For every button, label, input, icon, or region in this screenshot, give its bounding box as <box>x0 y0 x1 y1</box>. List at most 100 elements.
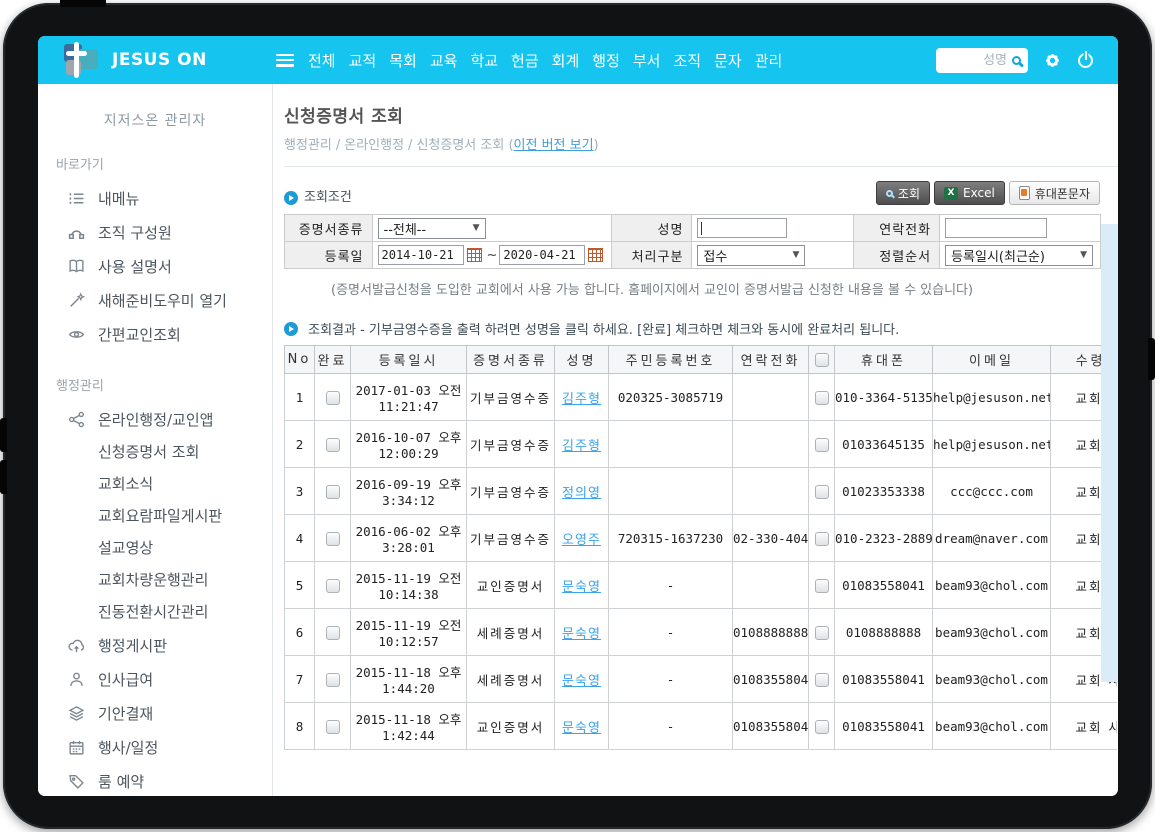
table-row: 22016-10-07 오후12:00:29기부금영수증김주형010336451… <box>285 421 1118 468</box>
sms-button[interactable]: 휴대폰문자 <box>1009 181 1100 205</box>
member-name-link[interactable]: 문숙영 <box>562 580 601 595</box>
sidebar-item[interactable]: 인사급여 <box>38 662 272 696</box>
tablet-volume-down-button <box>0 460 7 494</box>
sms-checkbox[interactable] <box>815 532 829 546</box>
search-button[interactable]: 조회 <box>876 181 930 205</box>
sidebar-subitem[interactable]: 교회요람파일게시판 <box>38 500 272 532</box>
calendar-icon[interactable] <box>467 248 482 262</box>
sidebar-subitem[interactable]: 교회차량운행관리 <box>38 564 272 596</box>
complete-checkbox[interactable] <box>326 438 340 452</box>
jumin-cell: - <box>609 656 733 703</box>
select-all-checkbox[interactable] <box>815 353 829 367</box>
search-input[interactable] <box>943 53 1007 68</box>
sort-select[interactable]: 등록일시(최근순)▼ <box>945 245 1093 266</box>
complete-checkbox[interactable] <box>326 532 340 546</box>
member-name-link[interactable]: 문숙영 <box>562 721 601 736</box>
member-name-link[interactable]: 김주형 <box>562 439 601 454</box>
name-input[interactable] <box>697 218 787 238</box>
sidebar-subitem[interactable]: 진동전환시간관리 <box>38 596 272 628</box>
sms-checkbox[interactable] <box>815 720 829 734</box>
member-search-box[interactable] <box>936 48 1028 73</box>
nav-item-9[interactable]: 부서 <box>633 50 661 71</box>
app-header: JESUS ON 전체 교적 목회 교육 학교 헌금 회계 행정 부서 조직 문자 관리 <box>38 36 1118 84</box>
sidebar-subitem[interactable]: 신청증명서 조회 <box>38 436 272 468</box>
nav-item-12[interactable]: 관리 <box>755 50 783 71</box>
complete-checkbox[interactable] <box>326 485 340 499</box>
org-members-icon <box>68 224 85 241</box>
nav-item-7[interactable]: 회계 <box>552 50 580 71</box>
action-buttons: 조회 XExcel 휴대폰문자 <box>876 181 1100 205</box>
member-name-link[interactable]: 문숙영 <box>562 674 601 689</box>
mobile-cell: 01083558041 <box>835 703 933 750</box>
search-icon[interactable] <box>1012 56 1021 65</box>
sidebar-item[interactable]: 사용 설명서 <box>38 249 272 283</box>
previous-version-link[interactable]: 이전 버전 보기 <box>514 138 594 153</box>
registered-datetime-cell: 2015-11-18 오후1:42:44 <box>351 703 467 750</box>
sidebar-item[interactable]: 행사/일정 <box>38 730 272 764</box>
nav-item-8[interactable]: 행정 <box>592 50 620 71</box>
sidebar-item[interactable]: 내메뉴 <box>38 181 272 215</box>
power-icon[interactable] <box>1077 52 1094 69</box>
member-name-link[interactable]: 문숙영 <box>562 627 601 642</box>
settings-gear-icon[interactable] <box>1043 51 1062 70</box>
nav-item-5[interactable]: 학교 <box>470 50 498 71</box>
nav-item-4[interactable]: 교육 <box>430 50 458 71</box>
wand-icon <box>68 292 85 309</box>
sidebar-item[interactable]: 룸 예약 <box>38 764 272 796</box>
app-logo[interactable]: JESUS ON <box>38 42 276 78</box>
nav-item-10[interactable]: 조직 <box>673 50 701 71</box>
complete-checkbox[interactable] <box>326 720 340 734</box>
member-name-link[interactable]: 김주형 <box>562 392 601 407</box>
date-from-input[interactable]: 2014-10-21 <box>378 245 464 265</box>
complete-checkbox[interactable] <box>326 626 340 640</box>
member-name-link[interactable]: 정의영 <box>562 486 601 501</box>
sidebar-subitem[interactable]: 설교영상 <box>38 532 272 564</box>
member-name-link[interactable]: 오영주 <box>562 533 601 548</box>
sidebar-item[interactable]: 간편교인조회 <box>38 317 272 351</box>
date-to-input[interactable]: 2020-04-21 <box>499 245 585 265</box>
excel-button[interactable]: XExcel <box>934 181 1005 205</box>
complete-checkbox[interactable] <box>326 391 340 405</box>
table-row: 12017-01-03 오전11:21:47기부금영수증김주형020325-30… <box>285 374 1118 421</box>
name-cell: 문숙영 <box>555 703 609 750</box>
hamburger-menu-icon[interactable] <box>276 54 294 67</box>
nav-item-11[interactable]: 문자 <box>714 50 742 71</box>
sms-checkbox[interactable] <box>815 673 829 687</box>
cert-type-cell: 교인증명서 <box>467 562 555 609</box>
complete-cell <box>315 562 351 609</box>
calendar-icon[interactable] <box>588 248 603 262</box>
nav-item-6[interactable]: 헌금 <box>511 50 539 71</box>
tablet-side-button <box>1148 338 1155 380</box>
sms-checkbox[interactable] <box>815 485 829 499</box>
breadcrumb-item: 온라인행정 <box>344 138 404 153</box>
sidebar-item[interactable]: 기안결재 <box>38 696 272 730</box>
tablet-volume-up-button <box>0 418 7 452</box>
sms-checkbox[interactable] <box>815 438 829 452</box>
phone-input[interactable] <box>945 218 1047 238</box>
main-nav: 전체 교적 목회 교육 학교 헌금 회계 행정 부서 조직 문자 관리 <box>308 50 782 71</box>
registered-datetime-cell: 2016-06-02 오후3:28:01 <box>351 515 467 562</box>
row-number-cell: 3 <box>285 468 315 515</box>
email-cell: help@jesuson.net <box>933 421 1051 468</box>
sms-checkbox[interactable] <box>815 626 829 640</box>
sidebar-item[interactable]: 온라인행정/교인앱 <box>38 402 272 436</box>
nav-item-3[interactable]: 목회 <box>389 50 417 71</box>
sidebar-item[interactable]: 조직 구성원 <box>38 215 272 249</box>
sidebar-item-label: 기안결재 <box>98 703 153 724</box>
complete-checkbox[interactable] <box>326 673 340 687</box>
sms-checkbox[interactable] <box>815 579 829 593</box>
phone-cell: 01083558041 <box>733 656 809 703</box>
nav-item-2[interactable]: 교적 <box>349 50 377 71</box>
search-condition-form: 증명서종류 --전체--▼ 성명 연락전화 등록일 <box>284 214 1101 269</box>
sidebar-item[interactable]: 행정게시판 <box>38 628 272 662</box>
sidebar-item[interactable]: 새해준비도우미 열기 <box>38 283 272 317</box>
complete-checkbox[interactable] <box>326 579 340 593</box>
layers-icon <box>68 705 85 722</box>
row-number-cell: 8 <box>285 703 315 750</box>
column-header <box>809 346 835 374</box>
sidebar-subitem[interactable]: 교회소식 <box>38 468 272 500</box>
cert-type-select[interactable]: --전체--▼ <box>378 218 486 239</box>
nav-item-1[interactable]: 전체 <box>308 50 336 71</box>
process-select[interactable]: 접수▼ <box>697 245 805 266</box>
sms-checkbox[interactable] <box>815 391 829 405</box>
